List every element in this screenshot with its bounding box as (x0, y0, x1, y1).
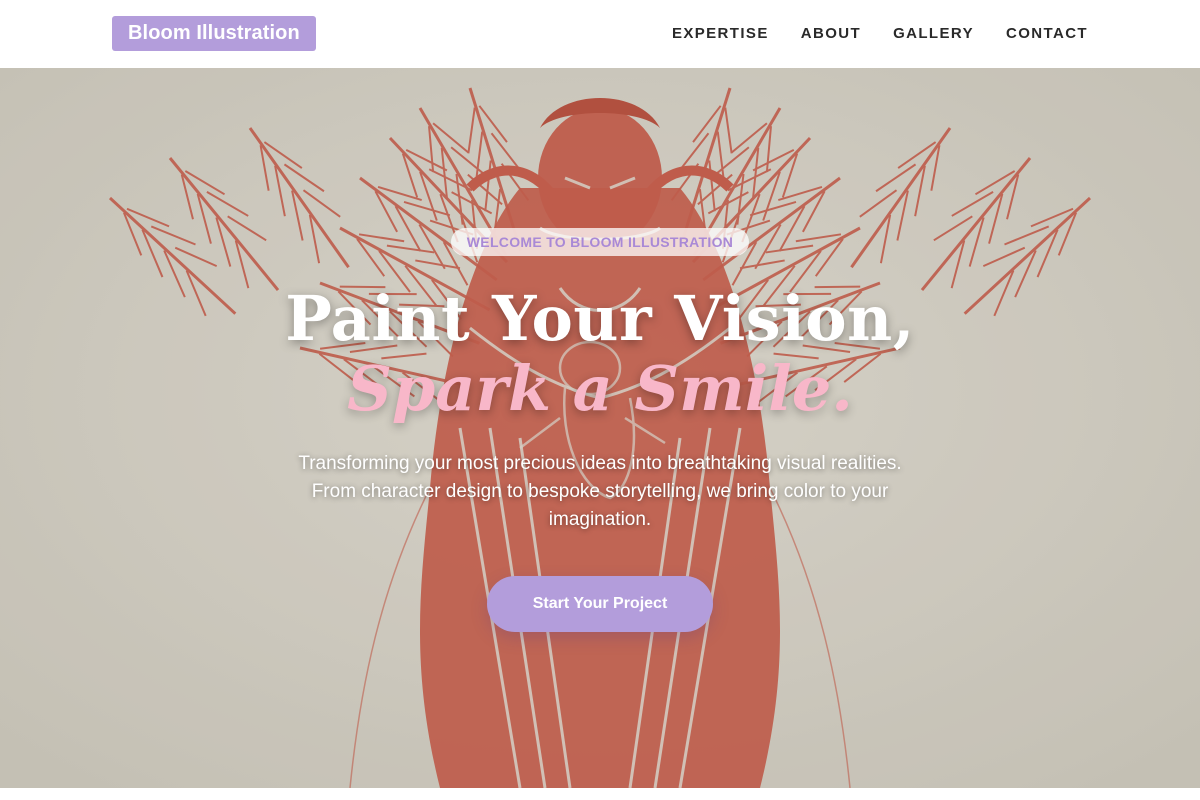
hero-subtitle: Transforming your most precious ideas in… (298, 453, 902, 530)
hero-section: WELCOME TO BLOOM ILLUSTRATION Paint Your… (0, 68, 1200, 788)
nav-link-expertise[interactable]: EXPERTISE (672, 24, 769, 44)
hero-content: WELCOME TO BLOOM ILLUSTRATION Paint Your… (0, 228, 1200, 632)
start-project-button[interactable]: Start Your Project (487, 576, 713, 632)
brand-logo-link[interactable]: Bloom Illustration (112, 16, 316, 51)
page-bottom-edge (0, 788, 1200, 800)
nav-link-contact[interactable]: CONTACT (1006, 24, 1088, 44)
welcome-badge: WELCOME TO BLOOM ILLUSTRATION (450, 228, 750, 256)
nav-link-about[interactable]: ABOUT (801, 24, 861, 44)
main-nav: EXPERTISE ABOUT GALLERY CONTACT (672, 24, 1088, 44)
hero-headline: Paint Your Vision, Spark a Smile. (0, 284, 1200, 424)
headline-line-1: Paint Your Vision, (285, 282, 915, 355)
nav-link-gallery[interactable]: GALLERY (893, 24, 974, 44)
site-header: Bloom Illustration EXPERTISE ABOUT GALLE… (0, 0, 1200, 68)
headline-line-2: Spark a Smile. (347, 352, 853, 425)
